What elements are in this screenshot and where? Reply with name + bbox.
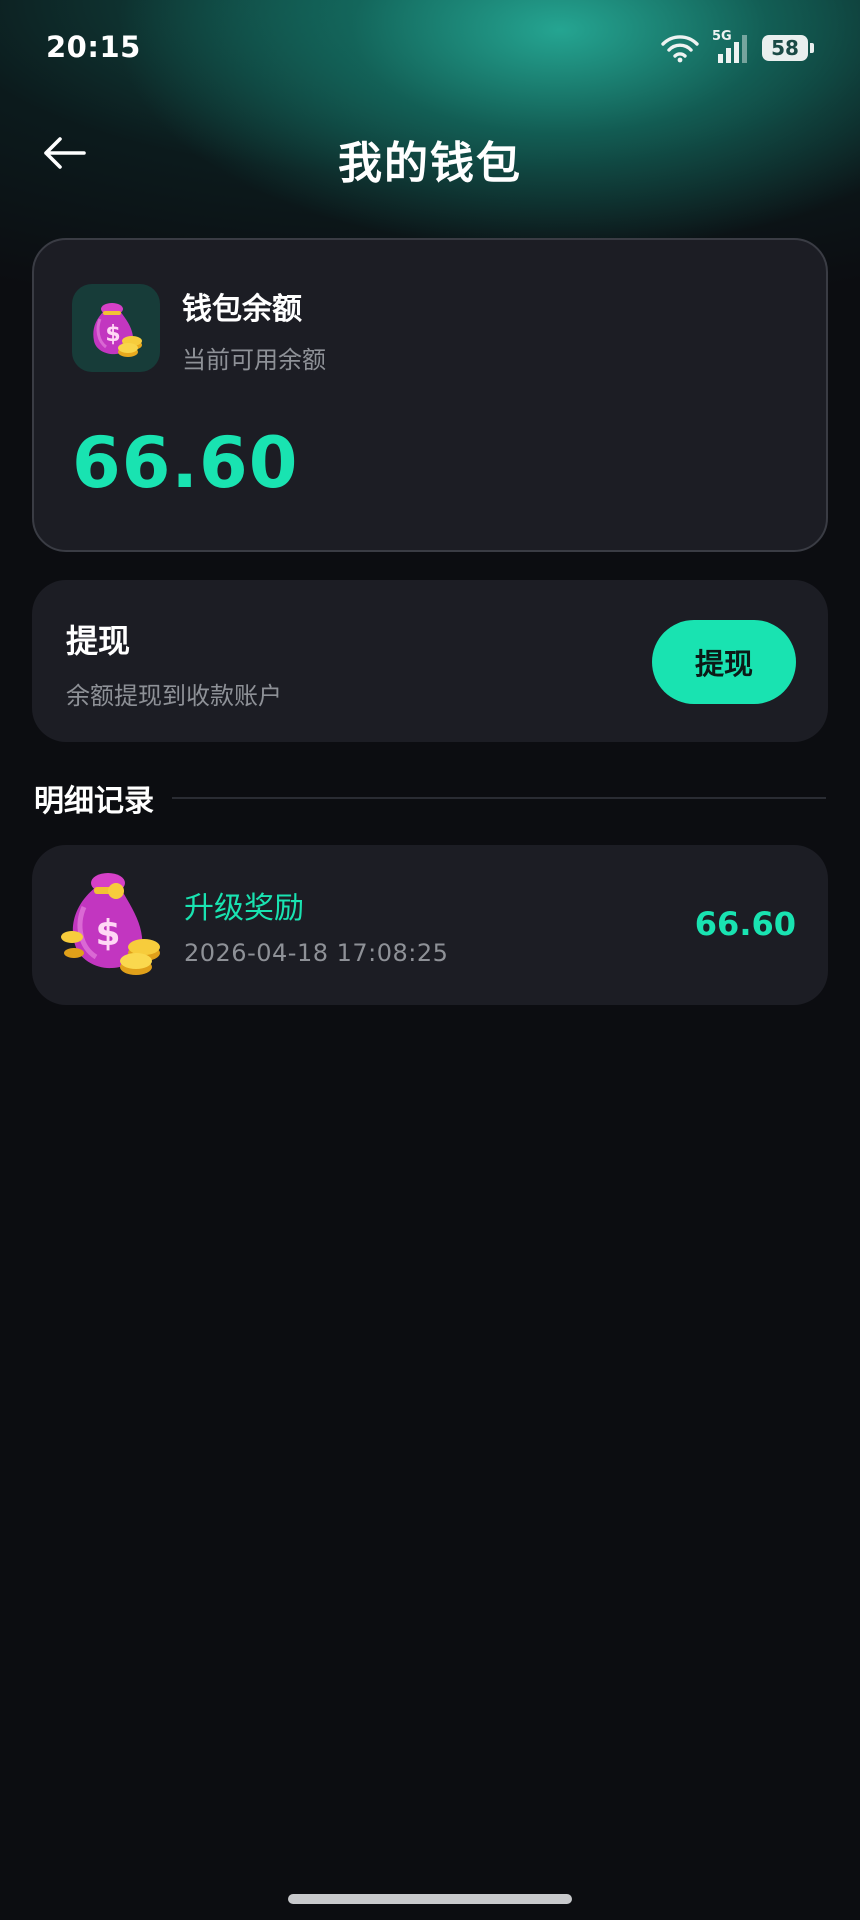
- withdraw-title: 提现: [66, 622, 131, 660]
- balance-amount: 66.60: [72, 422, 299, 504]
- svg-text:$: $: [95, 913, 120, 954]
- battery-level: 58: [771, 36, 799, 60]
- money-bag-icon: $: [61, 873, 160, 975]
- wallet-icon-tile: $: [72, 284, 160, 372]
- list-item[interactable]: $ 升级奖励 2026-04-18 17:08:25 66.60: [32, 845, 828, 1005]
- status-bar: 20:15 5G 58: [0, 0, 860, 100]
- record-icon: $: [58, 867, 164, 983]
- record-amount: 66.60: [694, 905, 796, 943]
- status-time: 20:15: [46, 30, 141, 64]
- record-title: 升级奖励: [184, 891, 304, 926]
- withdraw-card: 提现 余额提现到收款账户 提现: [32, 580, 828, 742]
- nav-bar: 我的钱包: [0, 115, 860, 191]
- page-title: 我的钱包: [338, 138, 522, 189]
- withdraw-subtitle: 余额提现到收款账户: [66, 682, 282, 710]
- records-section-header: 明细记录: [34, 776, 826, 820]
- balance-title: 钱包余额: [182, 292, 302, 327]
- balance-card: $ 钱包余额 当前可用余额 66.60: [32, 238, 828, 552]
- wifi-icon: [661, 35, 699, 63]
- balance-subtitle: 当前可用余额: [182, 346, 326, 374]
- signal-icon: 5G: [712, 29, 750, 64]
- svg-text:$: $: [105, 322, 120, 347]
- money-bag-icon: $: [93, 303, 142, 357]
- battery-indicator: 58: [762, 35, 814, 61]
- status-icons: 5G 58: [660, 29, 814, 66]
- home-indicator[interactable]: [288, 1894, 572, 1904]
- records-section-title: 明细记录: [34, 784, 154, 819]
- section-divider: [172, 797, 826, 799]
- record-time: 2026-04-18 17:08:25: [184, 939, 449, 967]
- withdraw-button[interactable]: 提现: [652, 620, 796, 704]
